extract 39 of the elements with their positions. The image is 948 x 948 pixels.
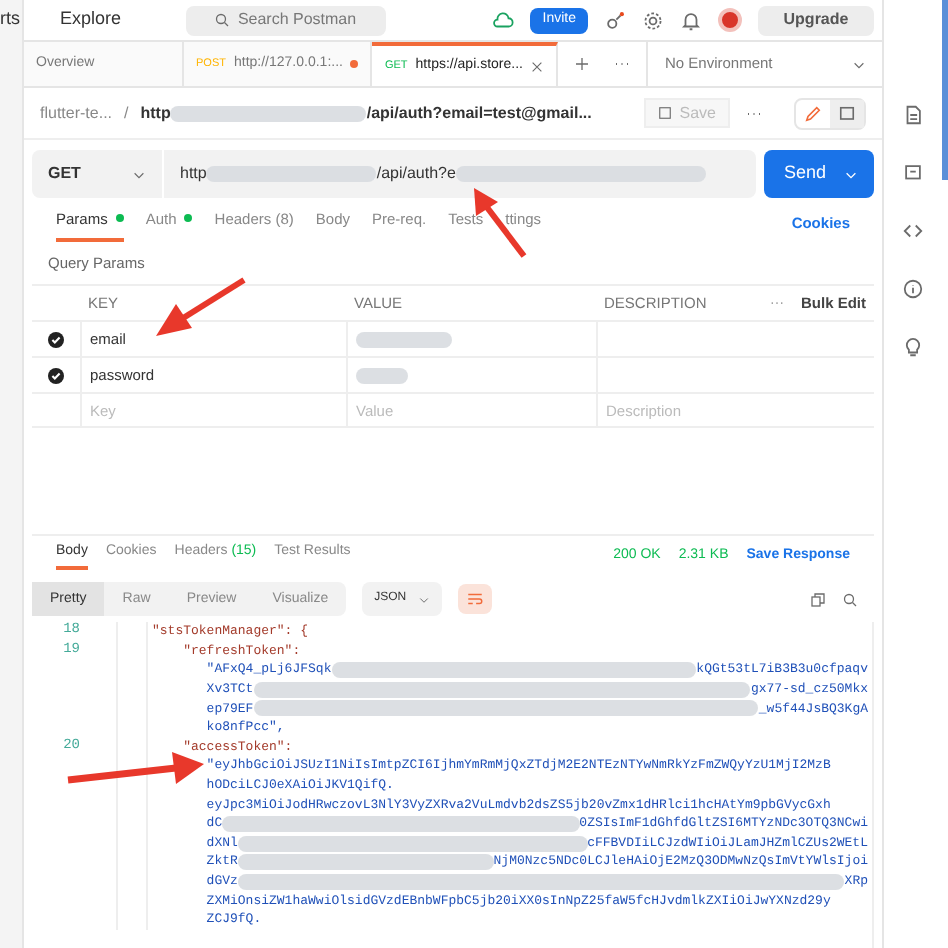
checkbox[interactable]: [48, 331, 64, 348]
wrap-lines-icon[interactable]: [458, 584, 493, 615]
comment-icon[interactable]: [902, 162, 924, 184]
info-icon[interactable]: [902, 278, 924, 300]
chevron-down-icon[interactable]: [852, 57, 866, 71]
search-icon[interactable]: [213, 12, 230, 28]
checkbox[interactable]: [48, 367, 64, 384]
chevron-down-icon: [844, 167, 858, 181]
search-field[interactable]: Search Postman: [185, 5, 386, 35]
scrollbar[interactable]: [942, 0, 948, 180]
document-icon[interactable]: [902, 104, 924, 126]
chevron-down-icon[interactable]: [418, 593, 431, 606]
search-icon[interactable]: [842, 591, 858, 608]
avatar[interactable]: [718, 8, 742, 32]
nav-link[interactable]: Explore: [60, 6, 122, 34]
method-select[interactable]: GET: [32, 150, 164, 198]
plus-icon[interactable]: [574, 56, 591, 72]
comment-icon[interactable]: [830, 99, 864, 127]
collection-name[interactable]: flutter-te...: [40, 101, 113, 125]
blurred-region: [356, 331, 452, 348]
arrow-annotation: [67, 752, 204, 784]
arrow-annotation: [156, 277, 246, 336]
cloud-check-icon[interactable]: [492, 9, 515, 31]
code-icon[interactable]: [902, 220, 924, 242]
save-icon[interactable]: [657, 106, 672, 120]
lightbulb-icon[interactable]: [902, 336, 924, 358]
path-separator: /: [124, 101, 129, 125]
bell-icon[interactable]: [680, 9, 702, 31]
nav-link[interactable]: rts: [0, 6, 20, 34]
blurred-region: [356, 367, 408, 384]
upgrade-button[interactable]: Upgrade: [758, 5, 874, 35]
satellite-icon[interactable]: [604, 9, 626, 31]
send-button[interactable]: Send: [764, 150, 874, 198]
url-field[interactable]: http /api/auth?e: [164, 150, 756, 198]
copy-icon[interactable]: [810, 591, 826, 608]
settings-icon[interactable]: [642, 9, 664, 31]
request-name: http /api/auth?email=test@gmail...: [140, 101, 592, 125]
chevron-down-icon[interactable]: [132, 167, 146, 181]
close-icon[interactable]: [530, 59, 545, 73]
